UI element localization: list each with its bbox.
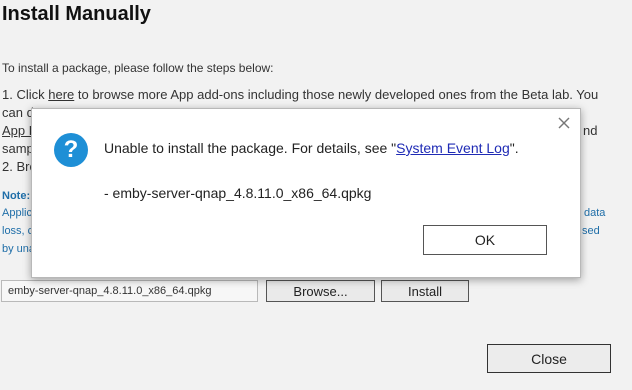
close-button[interactable]: Close	[487, 344, 611, 373]
step-1-line-2: can d	[2, 105, 34, 120]
step-1-line-3-right: nd	[583, 123, 598, 138]
step-1-line: 1. Click here to browse more App add-ons…	[2, 87, 598, 102]
note-line-2: loss, c	[2, 225, 34, 237]
install-button[interactable]: Install	[381, 280, 469, 302]
error-alert-dialog: ? Unable to install the package. For det…	[31, 108, 581, 278]
install-manually-dialog: Install Manually To install a package, p…	[0, 0, 632, 390]
alert-message-suffix: ".	[509, 140, 519, 156]
alert-message: Unable to install the package. For detai…	[104, 140, 519, 156]
question-icon: ?	[54, 133, 88, 167]
package-name: - emby-server-qnap_4.8.11.0_x86_64.qpkg	[104, 185, 372, 201]
note-line-2-right: sed	[582, 225, 600, 237]
close-icon[interactable]	[556, 115, 572, 131]
dialog-title: Install Manually	[2, 3, 151, 25]
note-label: Note:	[2, 190, 31, 202]
step-1-suffix: to browse more App add-ons including tho…	[74, 87, 599, 102]
note-line-1-right: data	[584, 207, 606, 219]
file-path-field[interactable]: emby-server-qnap_4.8.11.0_x86_64.qpkg	[1, 280, 258, 302]
note-line-1: Applic	[2, 207, 32, 219]
browse-button[interactable]: Browse...	[266, 280, 375, 302]
intro-text: To install a package, please follow the …	[2, 61, 274, 75]
here-link[interactable]: here	[48, 87, 74, 102]
system-event-log-link[interactable]: System Event Log	[396, 140, 510, 156]
step-1-prefix: 1. Click	[2, 87, 49, 102]
ok-button[interactable]: OK	[423, 225, 547, 255]
step-1-line-4: samp	[2, 141, 34, 156]
alert-message-prefix: Unable to install the package. For detai…	[104, 140, 397, 156]
